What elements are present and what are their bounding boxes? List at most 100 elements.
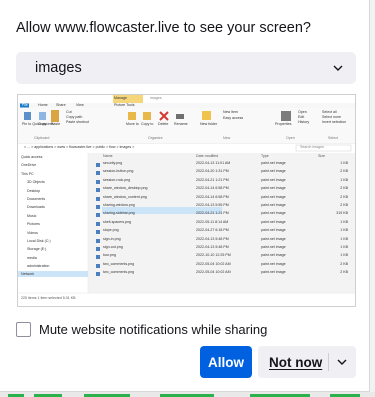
file-date: 2022-04-13 5:48 PM <box>196 244 229 249</box>
screen-source-value: images <box>35 60 82 76</box>
file-date: 2022-04-14 6:58 PM <box>196 186 229 191</box>
file-name: session-button.png <box>103 169 134 174</box>
file-type: paint.net image <box>261 219 286 224</box>
preview-group-organize: Organize <box>148 136 163 140</box>
file-type: paint.net image <box>261 244 286 249</box>
file-row: two_comments.png 2022-05-04 10:02 AM paint… <box>96 270 352 279</box>
screen-source-select[interactable]: images <box>16 52 356 84</box>
image-file-icon <box>96 213 100 218</box>
nav-item: Network <box>21 272 35 277</box>
file-date: 2022-05-11 8:14 AM <box>196 219 229 224</box>
not-now-button[interactable]: Not now <box>258 346 356 378</box>
file-date: 2022-05-04 10:02 AM <box>196 270 231 275</box>
file-type: paint.net image <box>261 202 286 207</box>
preview-btn-invert-selection: Invert selection <box>322 120 347 124</box>
image-file-icon <box>96 196 100 201</box>
preview-group-select: Select <box>328 136 338 140</box>
file-type: paint.net image <box>261 211 286 216</box>
file-size: 2 KB <box>340 169 348 174</box>
file-name: two_comments.png <box>103 261 135 266</box>
preview-group-open: Open <box>286 136 295 140</box>
image-file-icon <box>96 221 100 226</box>
image-file-icon <box>96 163 100 167</box>
file-name: security.png <box>103 161 123 165</box>
file-size: 1 KB <box>340 161 348 165</box>
image-file-icon <box>96 272 100 277</box>
mute-notifications-checkbox[interactable] <box>16 321 31 337</box>
preview-file-list: security.png 2022-04-13 11:01 AM paint.net… <box>96 161 352 279</box>
file-name: sharing-window.png <box>103 202 135 207</box>
file-size: 2 KB <box>340 202 348 207</box>
preview-btn-move-to: Move to <box>126 122 139 126</box>
preview-address-path: > ... > applications > www > flowcaster.… <box>24 145 135 149</box>
preview-btn-new-item: New item <box>223 110 238 114</box>
preview-search-field: Search images <box>300 145 324 149</box>
file-date: 2022-04-21 1:21 PM <box>196 211 229 216</box>
file-size: 1 KB <box>340 253 348 258</box>
file-date: 2022-04-20 1:31 PM <box>196 169 229 174</box>
preview-group-new: New <box>223 136 231 140</box>
file-size: 2 KB <box>340 261 348 266</box>
chevron-down-icon[interactable] <box>336 356 348 368</box>
preview-btn-properties: Properties <box>275 122 292 126</box>
image-file-icon <box>96 171 100 176</box>
file-size: 1 KB <box>340 219 348 224</box>
file-date: 2022-05-04 10:02 AM <box>196 261 231 266</box>
preview-btn-copy: Copy <box>38 122 47 126</box>
file-name: share_window_content.png <box>103 194 147 199</box>
preview-btn-history: History <box>298 120 310 124</box>
column-type: Type <box>261 154 269 158</box>
button-divider <box>328 353 329 371</box>
image-file-icon <box>96 255 100 260</box>
preview-menu-file: File <box>22 103 28 107</box>
file-type: paint.net image <box>261 236 286 241</box>
file-type: paint.net image <box>261 253 286 258</box>
preview-menu-view: View <box>76 103 84 107</box>
file-type: paint.net image <box>261 261 286 266</box>
column-date: Date modified <box>196 154 219 158</box>
file-date: 2022-04-14 6:58 PM <box>196 194 229 199</box>
image-file-icon <box>96 179 100 184</box>
preview-group-clipboard: Clipboard <box>34 136 50 140</box>
image-file-icon <box>96 230 100 235</box>
file-type: paint.net image <box>261 161 286 165</box>
file-type: paint.net image <box>261 270 286 275</box>
file-size: 1 KB <box>340 228 348 233</box>
preview-nav-pane: Quick access OneDrive This PC 3D Objects… <box>21 155 87 282</box>
screen-preview: Manage images File Home Share View Pictu… <box>17 94 356 307</box>
file-size: 1 KB <box>340 236 348 241</box>
screen-share-dialog: Allow www.flowcaster.live to see your sc… <box>0 0 370 392</box>
image-file-icon <box>96 204 100 209</box>
file-type: paint.net image <box>261 228 286 233</box>
column-name: Name <box>103 154 113 158</box>
file-date: 2022-04-27 6:18 PM <box>196 228 229 233</box>
allow-button[interactable]: Allow <box>200 346 252 378</box>
not-now-label: Not now <box>269 355 323 370</box>
file-date: 2022-04-13 5:48 PM <box>196 236 229 241</box>
file-name: shell-spacers.png <box>103 219 132 224</box>
preview-menu-home: Home <box>38 103 48 107</box>
preview-menu-share: Share <box>56 103 66 107</box>
file-size: 319 KB <box>336 211 348 216</box>
preview-btn-copy-to: Copy to <box>141 122 154 126</box>
file-name: share_window_desktop.png <box>103 186 148 191</box>
chevron-down-icon <box>333 65 343 71</box>
file-name: two_comments.png <box>103 270 135 275</box>
preview-menu-picture-tools: Picture Tools <box>114 103 135 107</box>
preview-btn-easy-access: Easy access <box>223 116 244 120</box>
file-size: 1 KB <box>340 177 348 182</box>
file-date: 2022-04-13 5:55 PM <box>196 202 229 207</box>
file-type: paint.net image <box>261 194 286 199</box>
file-name: slope.png <box>103 228 119 233</box>
preview-btn-paste: Paste <box>51 122 61 126</box>
preview-tab-manage: Manage <box>114 96 127 100</box>
file-name: tour.png <box>103 253 116 258</box>
file-date: 2022-04-21 1:21 PM <box>196 177 229 182</box>
file-size: 2 KB <box>340 194 348 199</box>
file-size: 2 KB <box>340 186 348 191</box>
preview-btn-paste-shortcut: Paste shortcut <box>66 120 89 124</box>
mute-notifications-label[interactable]: Mute website notifications while sharing <box>39 322 267 337</box>
file-type: paint.net image <box>261 177 286 182</box>
file-date: 2022-10-10 12:25 PM <box>196 253 231 258</box>
image-file-icon <box>96 263 100 268</box>
